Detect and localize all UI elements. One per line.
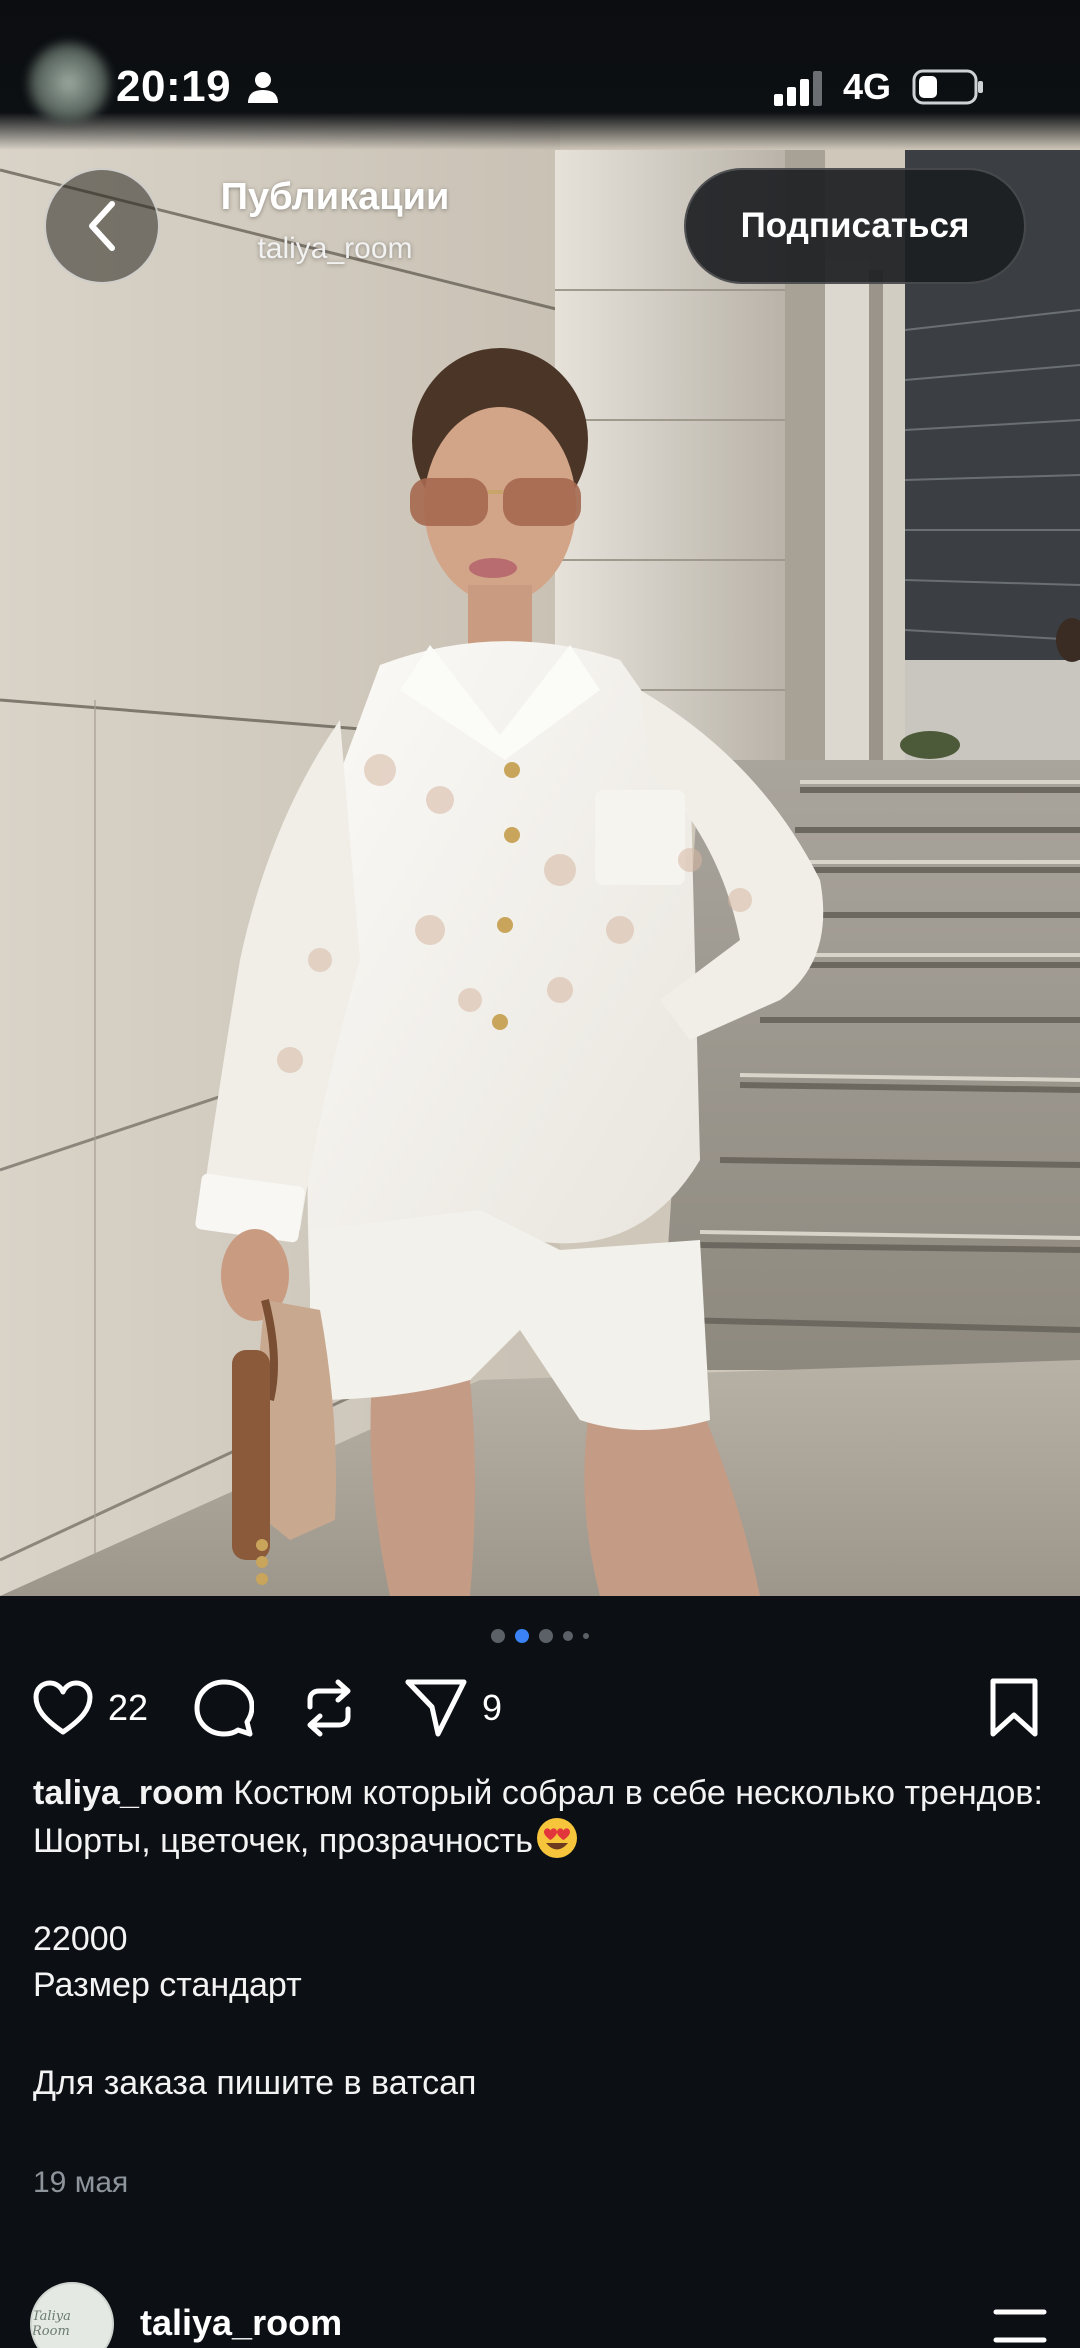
comment-icon [194,1679,254,1737]
post-date: 19 мая [33,2166,129,2199]
caption-username[interactable]: taliya_room [33,1774,224,1812]
carousel-dot [539,1629,553,1643]
heart-icon [33,1680,93,1735]
page-subtitle-username[interactable]: taliya_room [200,232,470,266]
post-actions: 22 9 [0,1672,1080,1744]
carousel-indicator [0,1626,1080,1646]
repost-icon [307,1679,351,1737]
blurred-notification-icon [26,40,112,126]
menu-icon[interactable] [992,2304,1048,2348]
like-count: 22 [108,1687,149,1728]
status-bar: 20:19 4G [0,0,1080,150]
carousel-dot [563,1631,573,1641]
person-icon [248,72,278,103]
page-title: Публикации [220,176,450,218]
bookmark-icon [990,1678,1038,1737]
clock: 20:19 [116,62,232,111]
caption-size: Размер стандарт [33,1966,302,2004]
follow-button[interactable]: Подписаться [684,168,1026,284]
share-button[interactable]: 9 [404,1672,502,1744]
caption-text: Костюм который собрал в себе несколько т… [233,1774,1043,1812]
heart-eyes-emoji-icon [537,1818,578,1858]
caption-line: Шорты, цветочек, прозрачность [33,1816,1053,1864]
network-type: 4G [843,66,892,107]
back-button[interactable] [44,168,160,284]
post-caption: taliya_room Костюм который собрал в себе… [33,1770,1053,2106]
comment-button[interactable] [194,1672,254,1744]
share-count: 9 [482,1687,503,1728]
carousel-dot-active [515,1629,529,1643]
repost-button[interactable] [300,1672,358,1744]
caption-text: Шорты, цветочек, прозрачность [33,1822,534,1860]
save-button[interactable] [988,1672,1040,1744]
avatar[interactable]: Taliya Room [30,2282,114,2348]
next-post-username[interactable]: taliya_room [140,2302,342,2344]
send-icon [405,1679,467,1737]
chevron-left-icon [89,201,115,251]
carousel-dot [583,1633,589,1639]
caption-order-info: Для заказа пишите в ватсап [33,2064,477,2102]
carousel-dot [491,1629,505,1643]
avatar-logo-text: Taliya Room [32,2309,71,2339]
caption-first-line: taliya_room Костюм который собрал в себе… [33,1770,1053,1816]
like-button[interactable]: 22 [32,1672,148,1744]
signal-icon [774,71,822,106]
battery-icon [912,69,983,105]
caption-price: 22000 [33,1920,128,1958]
